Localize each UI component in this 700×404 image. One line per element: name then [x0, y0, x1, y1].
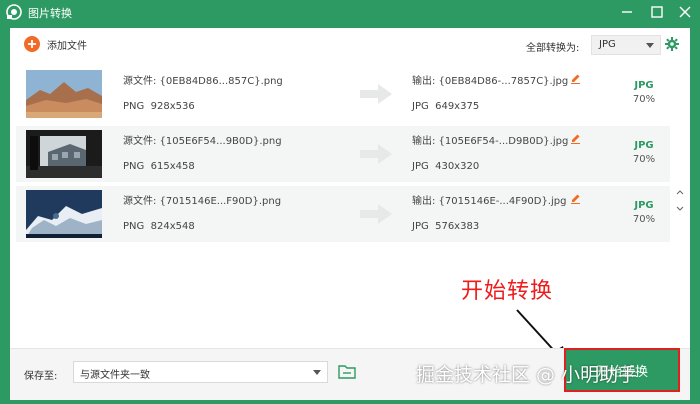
app-logo-icon [6, 4, 22, 20]
add-file-button[interactable]: 添加文件 [24, 36, 87, 52]
toolbar: 添加文件 全部转换为: JPG [10, 28, 690, 62]
watermark: 掘金技术社区 @ 小明助手 [416, 364, 638, 386]
folder-icon[interactable] [338, 364, 356, 379]
chevron-down-icon[interactable] [676, 206, 684, 212]
file-thumbnail [26, 70, 102, 118]
convert-all-label: 全部转换为: [526, 43, 580, 54]
app-window: 图片转换 添加文件 全部转换为: JPG 源文件: {0EB84D86...85… [0, 0, 700, 404]
chevron-up-icon[interactable] [676, 189, 684, 195]
quality-value: 70% [632, 154, 656, 165]
file-row[interactable]: 源文件: {105E6F54...9B0D}.png PNG 615x458 输… [16, 126, 670, 182]
save-location-value: 与源文件夹一致 [80, 370, 150, 381]
quality-value: 70% [632, 214, 656, 225]
output-format-badge[interactable]: JPG [624, 140, 664, 151]
output-file-name: 输出: {105E6F54-...D9B0D}.jpg [412, 136, 569, 147]
chevron-down-icon [646, 43, 654, 48]
file-row[interactable]: 源文件: {0EB84D86...857C}.png PNG 928x536 输… [16, 66, 670, 122]
source-file-name: 源文件: {105E6F54...9B0D}.png [123, 136, 282, 147]
output-file-info: JPG 649x375 [412, 101, 480, 112]
output-file-info: JPG 576x383 [412, 221, 480, 232]
source-file-name: 源文件: {0EB84D86...857C}.png [123, 76, 283, 87]
add-file-label: 添加文件 [47, 40, 87, 52]
maximize-button[interactable] [648, 3, 666, 21]
minimize-icon [622, 11, 632, 13]
pencil-icon[interactable] [570, 193, 581, 204]
arrow-right-icon [360, 84, 392, 104]
source-file-info: PNG 928x536 [123, 101, 195, 112]
annotation-label: 开始转换 [461, 279, 554, 304]
output-format-select[interactable]: JPG [591, 35, 661, 55]
output-format-badge[interactable]: JPG [624, 200, 664, 211]
arrow-right-icon [360, 204, 392, 224]
maximize-icon [651, 6, 663, 18]
pencil-icon[interactable] [570, 73, 581, 84]
title-bar: 图片转换 [0, 0, 700, 24]
close-icon [679, 6, 691, 18]
main-panel: 添加文件 全部转换为: JPG 源文件: {0EB84D86...857C}.p… [10, 28, 690, 400]
output-file-name: 输出: {7015146E-...4F90D}.jpg [412, 196, 567, 207]
building-image [26, 130, 102, 178]
desert-landscape-image [26, 70, 102, 118]
source-file-name: 源文件: {7015146E...F90D}.png [123, 196, 282, 207]
source-file-info: PNG 824x548 [123, 221, 195, 232]
source-file-info: PNG 615x458 [123, 161, 195, 172]
chevron-down-icon [313, 370, 321, 375]
arrow-right-icon [360, 144, 392, 164]
gear-icon[interactable] [665, 37, 679, 51]
file-row[interactable]: 源文件: {7015146E...F90D}.png PNG 824x548 输… [16, 186, 670, 242]
close-window-button[interactable] [676, 3, 694, 21]
plus-icon [24, 36, 40, 52]
pencil-icon[interactable] [570, 133, 581, 144]
minimize-button[interactable] [618, 3, 636, 21]
output-format-badge[interactable]: JPG [624, 80, 664, 91]
output-file-info: JPG 430x320 [412, 161, 480, 172]
file-thumbnail [26, 130, 102, 178]
save-to-label: 保存至: [24, 371, 58, 382]
output-file-name: 输出: {0EB84D86-...7857C}.jpg [412, 76, 569, 87]
output-format-value: JPG [599, 39, 616, 50]
window-title: 图片转换 [28, 7, 72, 20]
file-thumbnail [26, 190, 102, 238]
snow-scene-image [26, 190, 102, 238]
quality-value: 70% [632, 94, 656, 105]
save-location-select[interactable]: 与源文件夹一致 [73, 361, 328, 383]
